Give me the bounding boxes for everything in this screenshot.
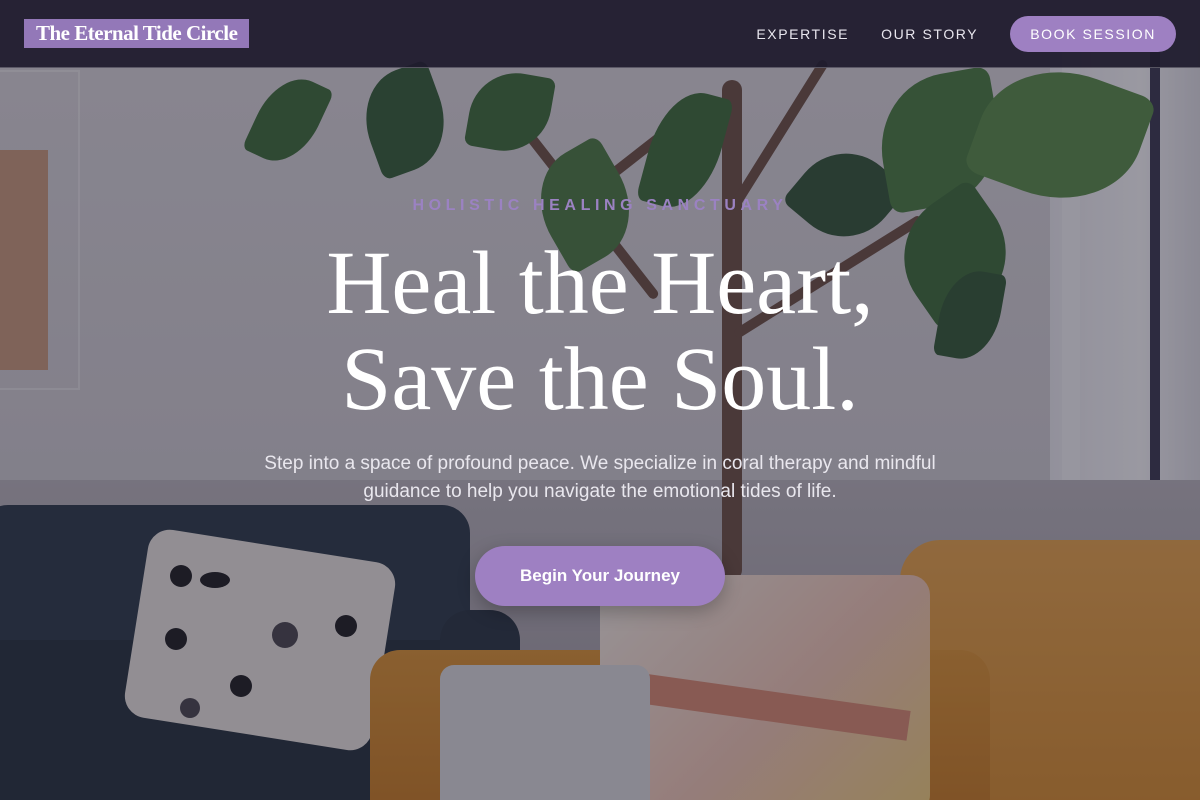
book-session-button[interactable]: BOOK SESSION bbox=[1010, 15, 1176, 52]
brand-logo[interactable]: The Eternal Tide Circle bbox=[24, 19, 250, 48]
hero-subtext: Step into a space of profound peace. We … bbox=[264, 453, 936, 502]
begin-journey-button[interactable]: Begin Your Journey bbox=[475, 546, 725, 606]
nav-link-expertise[interactable]: EXPERTISE bbox=[756, 26, 849, 42]
site-header: The Eternal Tide Circle EXPERTISE OUR ST… bbox=[0, 0, 1200, 68]
hero-headline-line-1: Heal the Heart, bbox=[326, 234, 874, 333]
hero-headline: Heal the Heart, Save the Soul. bbox=[0, 236, 1200, 428]
main-nav: EXPERTISE OUR STORY BOOK SESSION bbox=[724, 15, 1176, 52]
hero-headline-line-2: Save the Soul. bbox=[341, 330, 859, 429]
hero-section: HOLISTIC HEALING SANCTUARY Heal the Hear… bbox=[0, 68, 1200, 800]
hero-eyebrow: HOLISTIC HEALING SANCTUARY bbox=[412, 197, 788, 214]
nav-link-our-story[interactable]: OUR STORY bbox=[881, 26, 978, 42]
